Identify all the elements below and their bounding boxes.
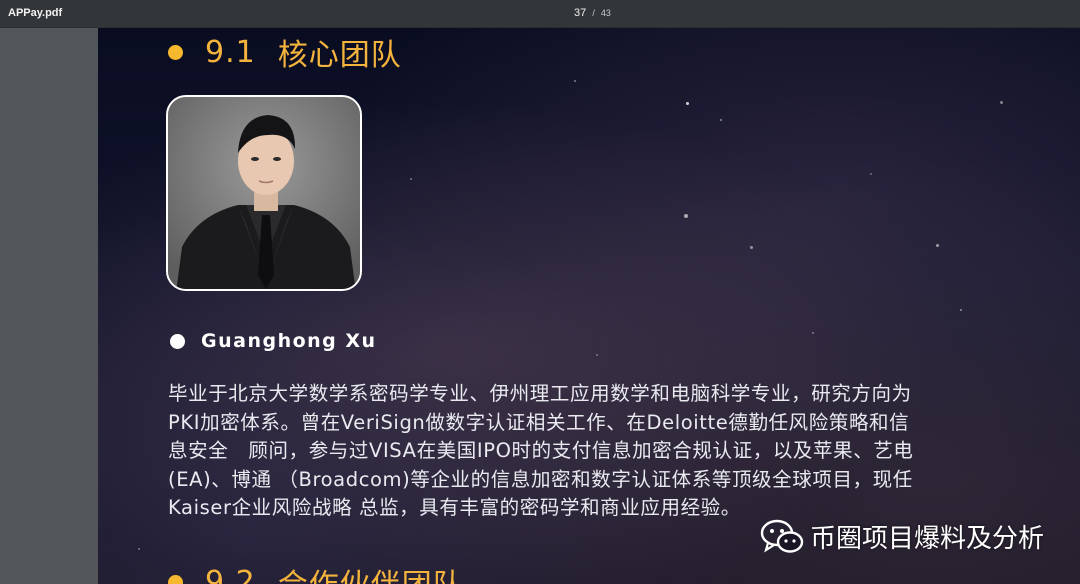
star: [574, 80, 576, 82]
pdf-page[interactable]: 9.1 核心团队 Guanghong Xu 毕业于北京大学数学系密码学专业、伊州…: [98, 28, 1080, 584]
watermark: 币圈项目爆料及分析: [760, 518, 1044, 555]
bullet-dot: [170, 333, 185, 349]
current-page-number[interactable]: 37: [574, 7, 586, 19]
bullet-dot: [168, 574, 183, 584]
portrait-image: [168, 97, 360, 289]
star: [1000, 101, 1003, 104]
member-name-text: Guanghong Xu: [201, 330, 377, 352]
section-title: 合作伙伴团队: [278, 560, 464, 584]
member-photo: [166, 95, 362, 291]
star: [410, 178, 412, 180]
section-heading-next: 9.2 合作伙伴团队: [168, 560, 464, 584]
section-number: 9.2: [205, 564, 256, 584]
page-separator: /: [592, 8, 595, 18]
star: [960, 309, 962, 311]
total-pages: 43: [600, 8, 611, 18]
section-heading-current: 9.1 核心团队: [168, 30, 402, 74]
document-title: APPay.pdf: [8, 7, 63, 19]
star: [812, 332, 814, 334]
watermark-text: 币圈项目爆料及分析: [810, 524, 1045, 554]
star: [870, 173, 872, 175]
star: [720, 119, 722, 121]
member-name: Guanghong Xu: [170, 330, 377, 352]
star: [684, 214, 688, 218]
star: [138, 548, 140, 550]
member-bio: 毕业于北京大学数学系密码学专业、伊州理工应用数学和电脑科学专业，研究方向为 PK…: [168, 382, 914, 520]
viewer-gutter: [0, 28, 98, 584]
star: [686, 102, 689, 105]
star: [936, 244, 939, 247]
star: [750, 246, 753, 249]
page-indicator: 37 / 43: [574, 7, 611, 19]
pdf-toolbar: APPay.pdf 37 / 43: [0, 0, 1080, 28]
wechat-icon: [760, 519, 804, 553]
bullet-dot: [168, 44, 183, 60]
star: [596, 354, 598, 356]
section-title: 核心团队: [277, 38, 402, 73]
section-number: 9.1: [205, 34, 256, 70]
